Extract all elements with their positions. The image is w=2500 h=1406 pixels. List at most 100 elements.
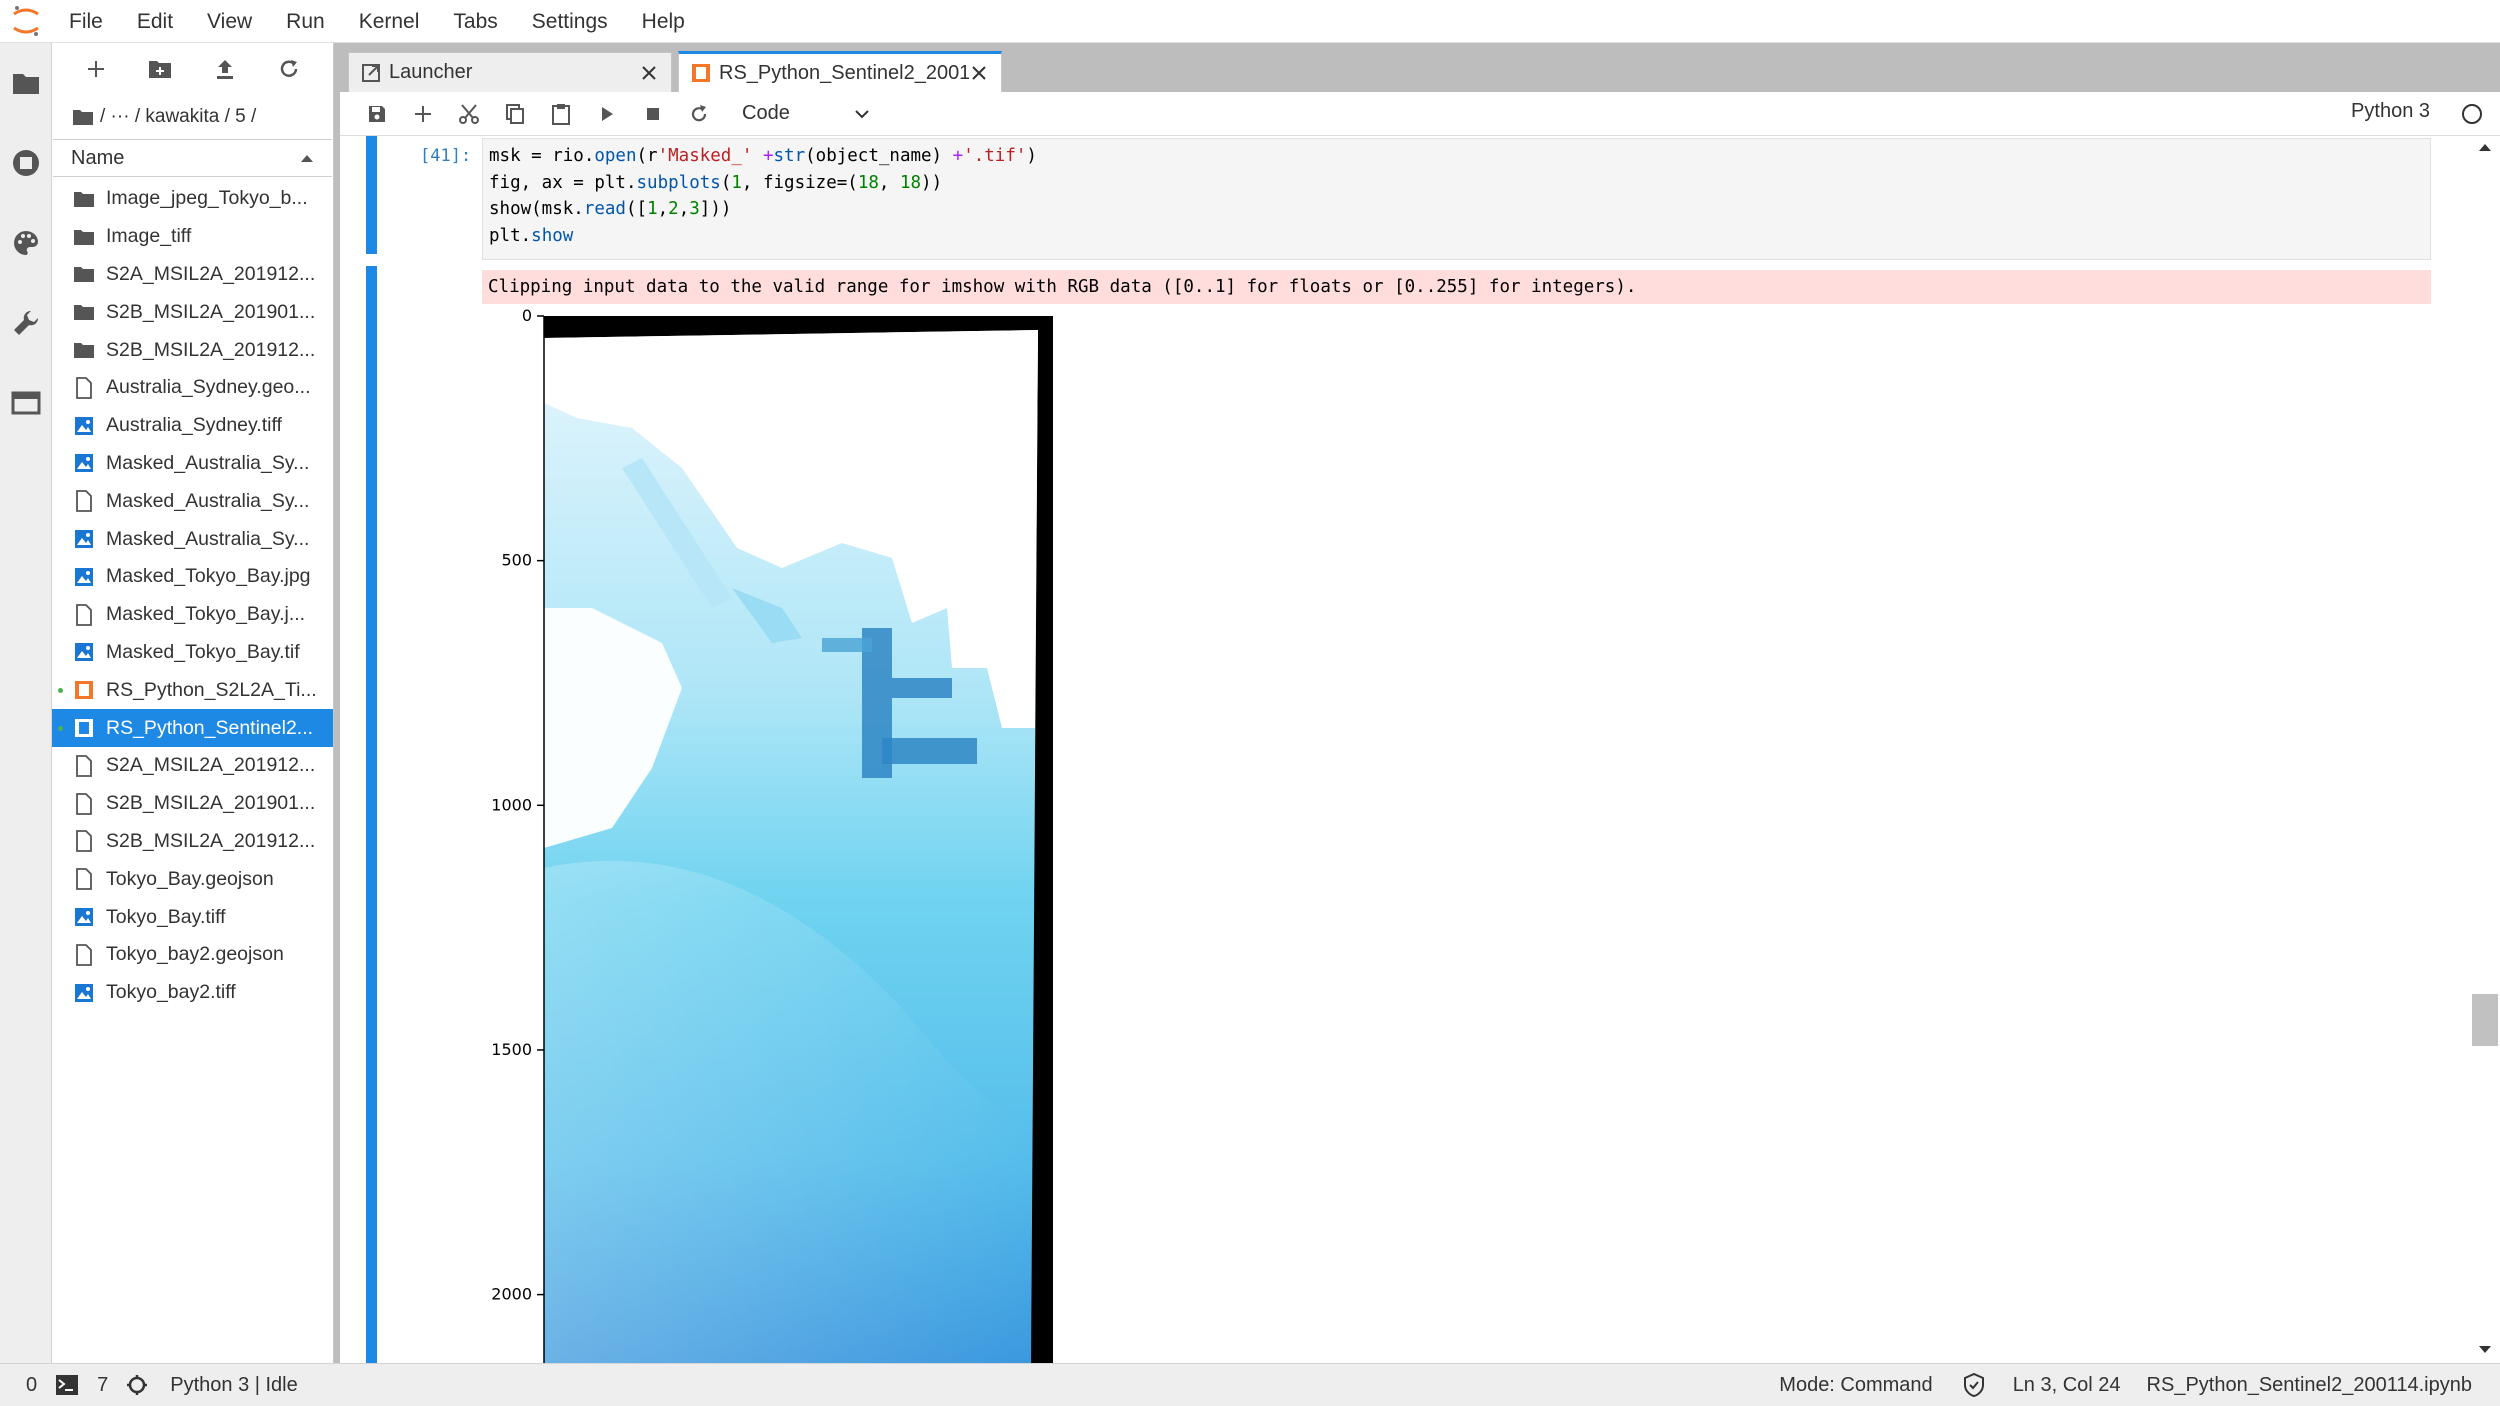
pier-2: [892, 678, 952, 698]
sort-ascending-icon: [300, 153, 314, 163]
cell-type-dropdown[interactable]: Code: [736, 97, 876, 131]
notebook-icon: [72, 678, 96, 702]
run-icon[interactable]: [584, 94, 630, 134]
y-axis-ticks: 0 500 1000 1500 2000: [491, 308, 544, 1304]
file-name: Masked_Tokyo_Bay.tif: [106, 640, 300, 663]
file-list-item[interactable]: S2B_MSIL2A_201912...: [52, 331, 333, 369]
file-list-item[interactable]: Tokyo_Bay.geojson: [52, 860, 333, 898]
file-list-item[interactable]: Tokyo_bay2.geojson: [52, 936, 333, 974]
file-list-item[interactable]: Image_jpeg_Tokyo_b...: [52, 180, 333, 218]
file-name: RS_Python_S2L2A_Ti...: [106, 678, 317, 701]
folder-icon[interactable]: [6, 63, 46, 103]
menu-edit[interactable]: Edit: [120, 0, 190, 43]
insert-cell-icon[interactable]: [400, 94, 446, 134]
y-tick-label: 2000: [491, 1285, 532, 1304]
menu-help[interactable]: Help: [625, 0, 702, 43]
scroll-down-icon[interactable]: [2478, 1345, 2492, 1355]
running-terminals-count[interactable]: 0: [26, 1374, 79, 1397]
file-name: S2B_MSIL2A_201912...: [106, 338, 316, 361]
mode-indicator[interactable]: Mode: Command: [1779, 1374, 1932, 1397]
code-line: show(msk.read([1,2,3])): [489, 199, 732, 219]
file-name: S2B_MSIL2A_201901...: [106, 300, 316, 323]
input-collapser[interactable]: [366, 136, 377, 254]
kernel-status-text[interactable]: Python 3 | Idle: [170, 1374, 298, 1397]
save-icon[interactable]: [354, 94, 400, 134]
scroll-thumb[interactable]: [2472, 994, 2498, 1046]
file-list-item[interactable]: Masked_Australia_Sy...: [52, 482, 333, 520]
new-launcher-icon[interactable]: [76, 49, 116, 89]
file-icon: [72, 792, 96, 816]
file-list-item[interactable]: S2B_MSIL2A_201912...: [52, 823, 333, 861]
file-list-item[interactable]: Tokyo_bay2.tiff: [52, 974, 333, 1012]
tab-launcher[interactable]: Launcher: [348, 52, 672, 92]
file-list-item[interactable]: Masked_Australia_Sy...: [52, 520, 333, 558]
close-icon[interactable]: [969, 63, 989, 83]
file-list-item[interactable]: RS_Python_Sentinel2...: [52, 709, 333, 747]
file-list-item[interactable]: S2B_MSIL2A_201901...: [52, 293, 333, 331]
file-list-item[interactable]: Masked_Tokyo_Bay.jpg: [52, 558, 333, 596]
file-list: Image_jpeg_Tokyo_b... Image_tiff S2A_MSIL2…: [52, 180, 333, 1012]
tabs-icon[interactable]: [6, 383, 46, 423]
file-name: Australia_Sydney.tiff: [106, 414, 282, 437]
menu-view[interactable]: View: [190, 0, 269, 43]
shield-icon[interactable]: [1963, 1373, 1985, 1397]
notebook-scrollbar[interactable]: [2466, 136, 2500, 1363]
file-list-item[interactable]: S2A_MSIL2A_201912...: [52, 747, 333, 785]
file-list-item[interactable]: Masked_Tokyo_Bay.j...: [52, 596, 333, 634]
y-tick-label: 0: [522, 308, 532, 325]
paste-icon[interactable]: [538, 94, 584, 134]
new-folder-icon[interactable]: [140, 49, 180, 89]
file-list-item[interactable]: S2A_MSIL2A_201912...: [52, 256, 333, 294]
copy-icon[interactable]: [492, 94, 538, 134]
kernel-name[interactable]: Python 3: [2351, 100, 2430, 123]
running-icon[interactable]: [6, 143, 46, 183]
tab-notebook[interactable]: RS_Python_Sentinel2_20011·: [678, 51, 1002, 92]
breadcrumb-path[interactable]: / ··· / kawakita / 5 /: [100, 106, 256, 128]
folder-icon: [72, 300, 96, 324]
menu-settings[interactable]: Settings: [515, 0, 625, 43]
terminal-icon: [55, 1374, 79, 1396]
notebook-icon: [691, 63, 711, 83]
file-list-item[interactable]: Masked_Australia_Sy...: [52, 445, 333, 483]
menu-kernel[interactable]: Kernel: [342, 0, 437, 43]
file-list-item[interactable]: Tokyo_Bay.tiff: [52, 898, 333, 936]
folder-icon[interactable]: [72, 108, 94, 126]
file-list-item[interactable]: Australia_Sydney.tiff: [52, 407, 333, 445]
file-name: S2A_MSIL2A_201912...: [106, 262, 316, 285]
file-name: Tokyo_Bay.geojson: [106, 867, 274, 890]
output-collapser[interactable]: [366, 266, 377, 1363]
stop-icon[interactable]: [630, 94, 676, 134]
menu-file[interactable]: File: [52, 0, 120, 43]
close-icon[interactable]: [639, 63, 659, 83]
code-editor[interactable]: msk = rio.open(r'Masked_' +str(object_na…: [482, 138, 2431, 260]
file-list-item[interactable]: Australia_Sydney.geo...: [52, 369, 333, 407]
restart-icon[interactable]: [676, 94, 722, 134]
upload-icon[interactable]: [205, 49, 245, 89]
file-list-item[interactable]: RS_Python_S2L2A_Ti...: [52, 671, 333, 709]
scroll-up-icon[interactable]: [2478, 142, 2492, 152]
jupyter-logo-icon: [0, 0, 52, 43]
file-name: Masked_Australia_Sy...: [106, 451, 310, 474]
tab-label: Launcher: [389, 61, 473, 83]
running-kernels-count[interactable]: 7: [97, 1374, 148, 1397]
file-name: Image_jpeg_Tokyo_b...: [106, 187, 308, 210]
cursor-position[interactable]: Ln 3, Col 24: [2013, 1374, 2121, 1397]
name-column-header[interactable]: Name: [53, 139, 332, 177]
file-browser-toolbar: [52, 43, 333, 95]
file-list-item[interactable]: Masked_Tokyo_Bay.tif: [52, 634, 333, 672]
menu-tabs[interactable]: Tabs: [436, 0, 514, 43]
palette-icon[interactable]: [6, 223, 46, 263]
y-tick-label: 1500: [491, 1040, 532, 1059]
file-list-item[interactable]: Image_tiff: [52, 218, 333, 256]
pier-4: [822, 638, 872, 652]
file-name: Image_tiff: [106, 225, 192, 248]
file-list-item[interactable]: S2B_MSIL2A_201901...: [52, 785, 333, 823]
wrench-icon[interactable]: [6, 303, 46, 343]
file-icon: [72, 829, 96, 853]
folder-icon: [72, 262, 96, 286]
cut-icon[interactable]: [446, 94, 492, 134]
refresh-icon[interactable]: [269, 49, 309, 89]
image-icon: [72, 640, 96, 664]
code-line: plt.show: [489, 225, 574, 246]
menu-run[interactable]: Run: [269, 0, 342, 43]
